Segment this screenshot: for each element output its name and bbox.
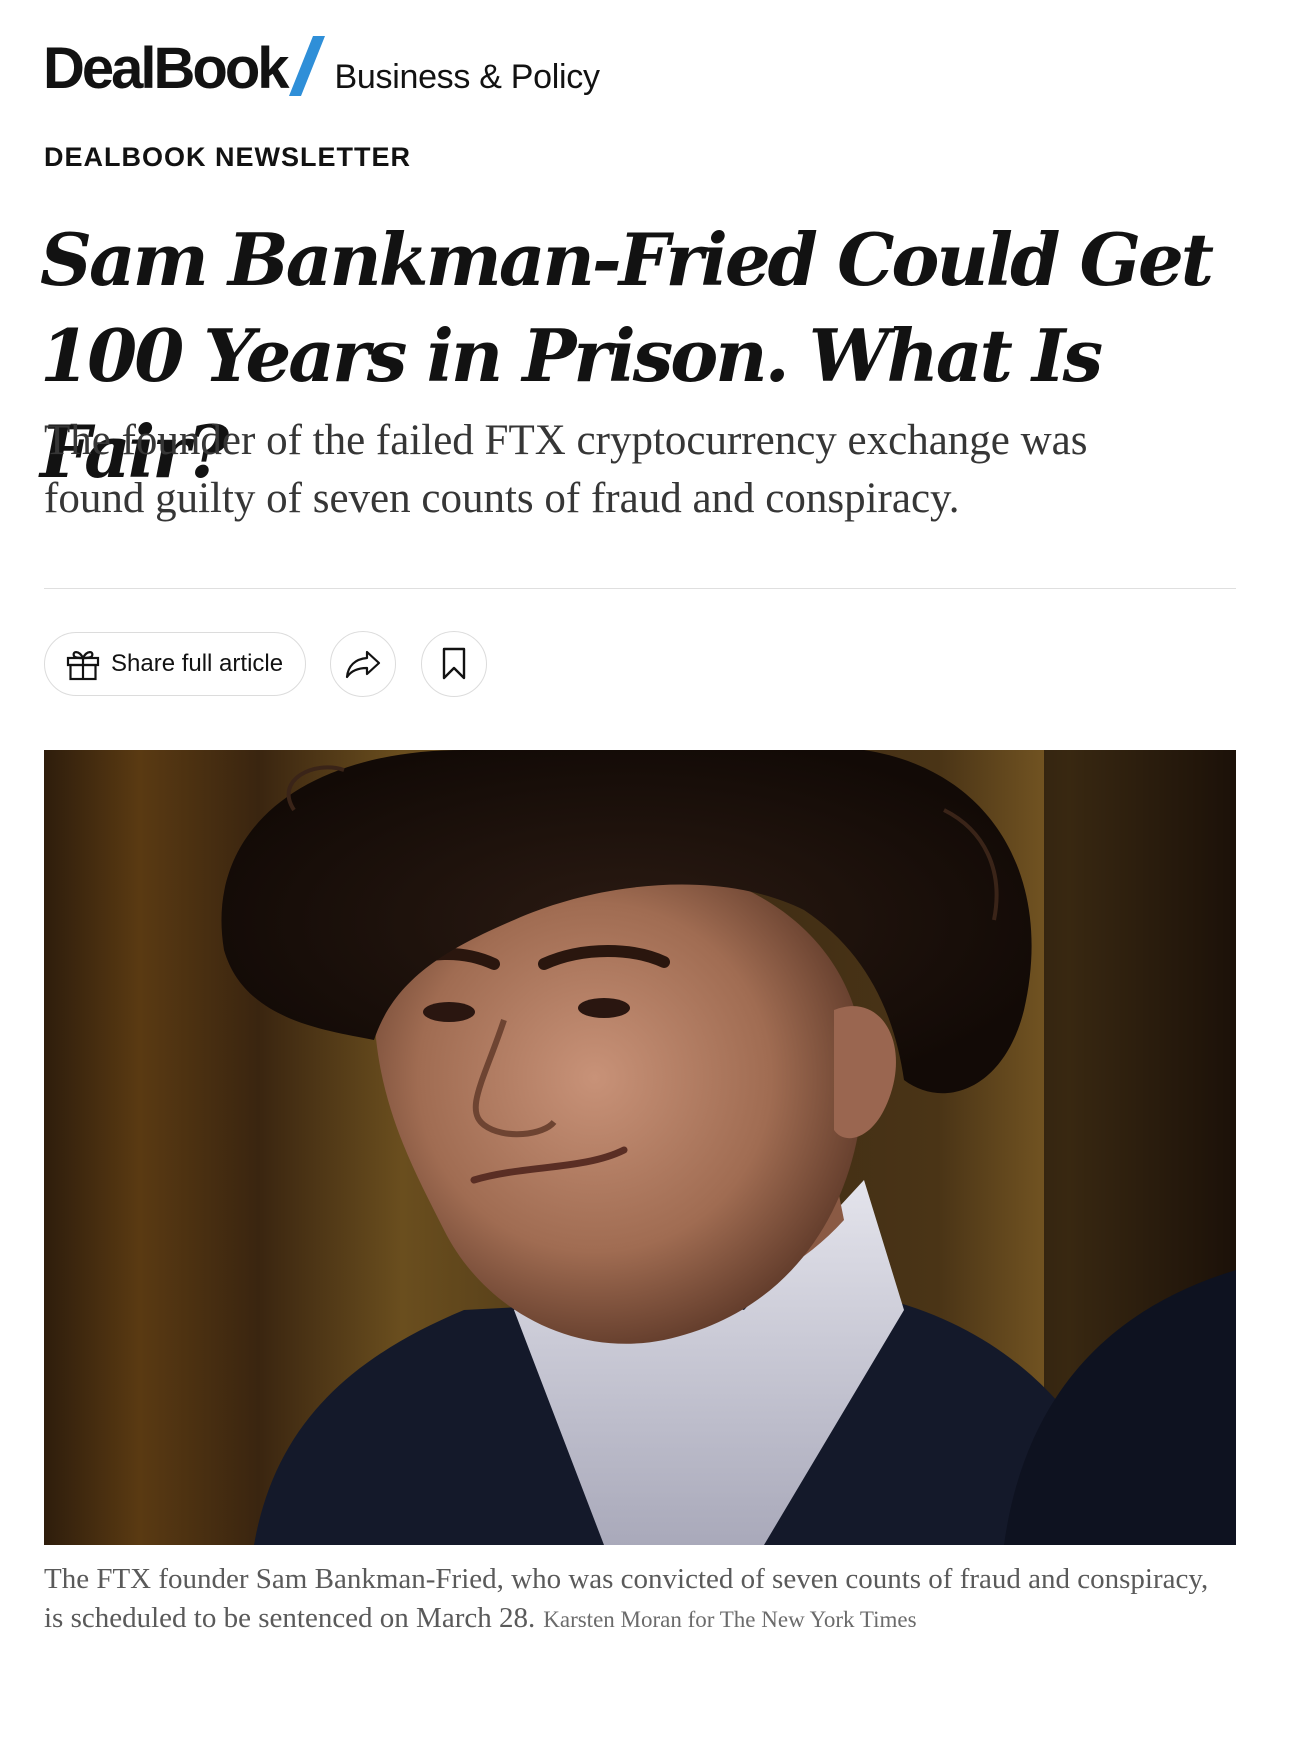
portrait-photo: [44, 750, 1236, 1545]
share-full-article-label: Share full article: [111, 650, 284, 677]
dealbook-logo[interactable]: DealBook: [43, 40, 290, 98]
share-button[interactable]: [330, 631, 397, 697]
article-summary: The founder of the failed FTX cryptocurr…: [44, 417, 1088, 522]
gift-icon: [65, 646, 101, 682]
logo-slash-icon: [288, 36, 325, 96]
share-full-article-button[interactable]: Share full article: [44, 632, 307, 696]
share-arrow-icon: [345, 650, 381, 679]
photo-caption: The FTX founder Sam Bankman-Fried, who w…: [44, 1560, 1224, 1639]
divider: [44, 588, 1236, 589]
article-photo[interactable]: [44, 750, 1236, 1545]
kicker-label[interactable]: DEALBOOK NEWSLETTER: [44, 142, 411, 173]
masthead: DealBook Business & Policy: [43, 28, 600, 98]
bookmark-icon: [442, 647, 466, 680]
article-actions: Share full article: [44, 630, 488, 698]
photo-credit: Karsten Moran for The New York Times: [543, 1607, 917, 1632]
save-bookmark-button[interactable]: [421, 631, 488, 697]
section-name[interactable]: Business & Policy: [335, 60, 600, 98]
